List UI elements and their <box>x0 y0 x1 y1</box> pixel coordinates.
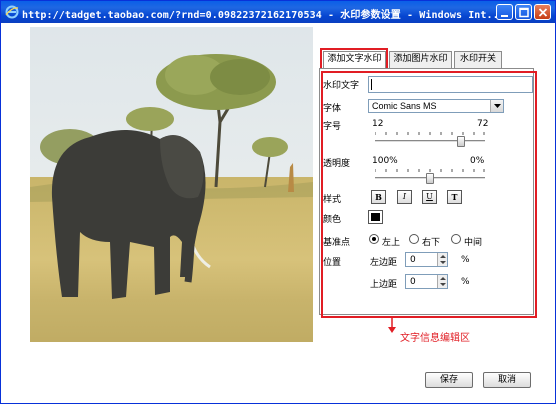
top-margin-stepper[interactable]: 0 <box>405 274 448 289</box>
close-icon <box>538 8 548 17</box>
watermark-text-input[interactable] <box>368 76 533 93</box>
watermark-text-label: 水印文字 <box>323 81 360 91</box>
font-label: 字体 <box>323 104 342 114</box>
color-label: 颜色 <box>323 215 342 225</box>
minimize-button[interactable] <box>496 4 513 20</box>
color-swatch <box>371 213 380 221</box>
window-title: http://tadget.taobao.com/?rnd=0.09822372… <box>22 10 505 21</box>
close-button[interactable] <box>534 4 551 20</box>
tab-watermark-switch[interactable]: 水印开关 <box>454 51 502 68</box>
opacity-label: 透明度 <box>323 159 351 169</box>
size-max: 72 <box>477 119 489 129</box>
chevron-down-icon[interactable] <box>490 100 503 112</box>
italic-button[interactable]: I <box>397 190 412 204</box>
slider-thumb[interactable] <box>456 136 465 147</box>
cancel-button[interactable]: 取消 <box>483 372 531 388</box>
stepper-arrows-icon[interactable] <box>437 275 447 288</box>
left-margin-label: 左边距 <box>370 258 398 268</box>
bold-button[interactable]: B <box>371 190 386 204</box>
left-margin-value: 0 <box>410 255 416 265</box>
arrow-down-icon <box>388 317 396 333</box>
position-label: 位置 <box>323 258 342 268</box>
size-slider[interactable] <box>374 129 485 148</box>
anchor-label: 基准点 <box>323 238 351 248</box>
text-style-button[interactable]: T <box>447 190 462 204</box>
opacity-min: 100% <box>372 156 398 166</box>
top-margin-label: 上边距 <box>370 280 398 290</box>
font-select[interactable]: Comic Sans MS <box>368 99 504 113</box>
anchor-option-label: 左上 <box>382 238 401 248</box>
color-picker[interactable] <box>368 210 383 224</box>
stepper-arrows-icon[interactable] <box>437 253 447 266</box>
anchor-radio-bottom-right[interactable] <box>409 234 419 244</box>
maximize-button[interactable] <box>515 4 532 20</box>
slider-thumb[interactable] <box>426 173 434 184</box>
top-margin-value: 0 <box>410 277 416 287</box>
dialog-window: http://tadget.taobao.com/?rnd=0.09822372… <box>0 0 556 404</box>
preview-photo <box>30 27 313 342</box>
anchor-option-label: 右下 <box>422 238 441 248</box>
annotation-text: 文字信息编辑区 <box>400 333 470 344</box>
slider-track <box>375 140 485 143</box>
save-button[interactable]: 保存 <box>425 372 473 388</box>
font-value: Comic Sans MS <box>372 101 437 111</box>
active-tab-highlight <box>320 48 388 70</box>
anchor-radio-center[interactable] <box>451 234 461 244</box>
maximize-icon <box>519 7 529 18</box>
percent-unit: % <box>461 255 470 265</box>
size-label: 字号 <box>323 122 342 132</box>
slider-ticks <box>374 166 485 172</box>
anchor-radio-top-left[interactable] <box>369 234 379 244</box>
title-bar[interactable]: http://tadget.taobao.com/?rnd=0.09822372… <box>1 1 555 23</box>
slider-ticks <box>374 129 485 135</box>
text-caret <box>371 79 372 90</box>
opacity-max: 0% <box>470 156 485 166</box>
anchor-option-label: 中间 <box>464 238 483 248</box>
tab-image-watermark[interactable]: 添加图片水印 <box>389 51 452 68</box>
minimize-icon <box>501 15 508 17</box>
opacity-slider[interactable] <box>374 166 485 185</box>
style-label: 样式 <box>323 195 342 205</box>
ie-icon <box>5 5 19 19</box>
underline-button[interactable]: U <box>422 190 437 204</box>
left-margin-stepper[interactable]: 0 <box>405 252 448 267</box>
percent-unit: % <box>461 277 470 287</box>
size-min: 12 <box>372 119 384 129</box>
